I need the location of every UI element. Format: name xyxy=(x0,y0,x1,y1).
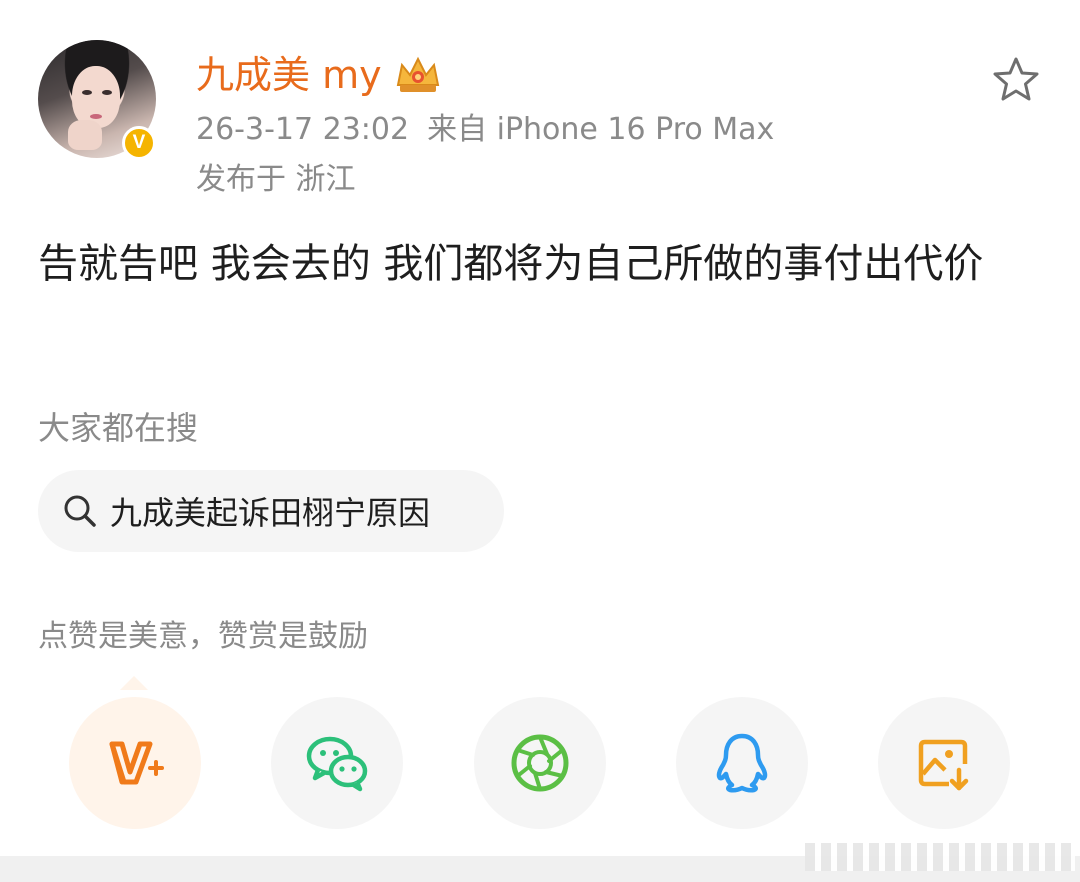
scroll-indicator xyxy=(805,843,1075,871)
moments-icon xyxy=(511,734,569,792)
share-weibo-vplus-button[interactable] xyxy=(69,697,201,829)
post-content: 告就告吧 我会去的 我们都将为自己所做的事付出代价 xyxy=(38,241,984,287)
star-icon[interactable] xyxy=(990,54,1042,106)
post-location: 发布于 浙江 xyxy=(196,162,356,197)
avatar-hand xyxy=(68,120,102,150)
post-meta: 26-3-17 23:02 来自 iPhone 16 Pro Max xyxy=(196,110,774,150)
share-wechat-button[interactable] xyxy=(271,697,403,829)
avatar[interactable]: V xyxy=(38,40,156,160)
avatar-eye xyxy=(82,90,92,95)
avatar-eye xyxy=(102,90,112,95)
avatar-lips xyxy=(90,114,102,119)
qq-icon xyxy=(716,733,768,793)
username[interactable]: 九成美 my xyxy=(196,50,442,100)
reward-text: 点赞是美意，赞赏是鼓励 xyxy=(38,619,368,654)
verified-badge: V xyxy=(122,126,156,160)
wechat-icon xyxy=(306,736,368,792)
post-source: 来自 iPhone 16 Pro Max xyxy=(427,112,775,147)
post-timestamp: 26-3-17 23:02 xyxy=(196,112,410,147)
weibo-vplus-icon xyxy=(109,741,164,785)
trending-search-query[interactable]: 九成美起诉田栩宁原因 xyxy=(110,488,430,534)
share-save-image-button[interactable] xyxy=(878,697,1010,829)
trending-search-pill[interactable]: 九成美起诉田栩宁原因 xyxy=(38,470,504,552)
username-text[interactable]: 九成美 my xyxy=(196,50,382,100)
search-icon xyxy=(64,495,96,527)
tooltip-pointer xyxy=(120,676,148,690)
share-moments-button[interactable] xyxy=(474,697,606,829)
crown-icon xyxy=(396,56,439,92)
share-qq-button[interactable] xyxy=(676,697,808,829)
save-image-icon xyxy=(918,739,969,791)
trending-search-title: 大家都在搜 xyxy=(38,409,199,447)
